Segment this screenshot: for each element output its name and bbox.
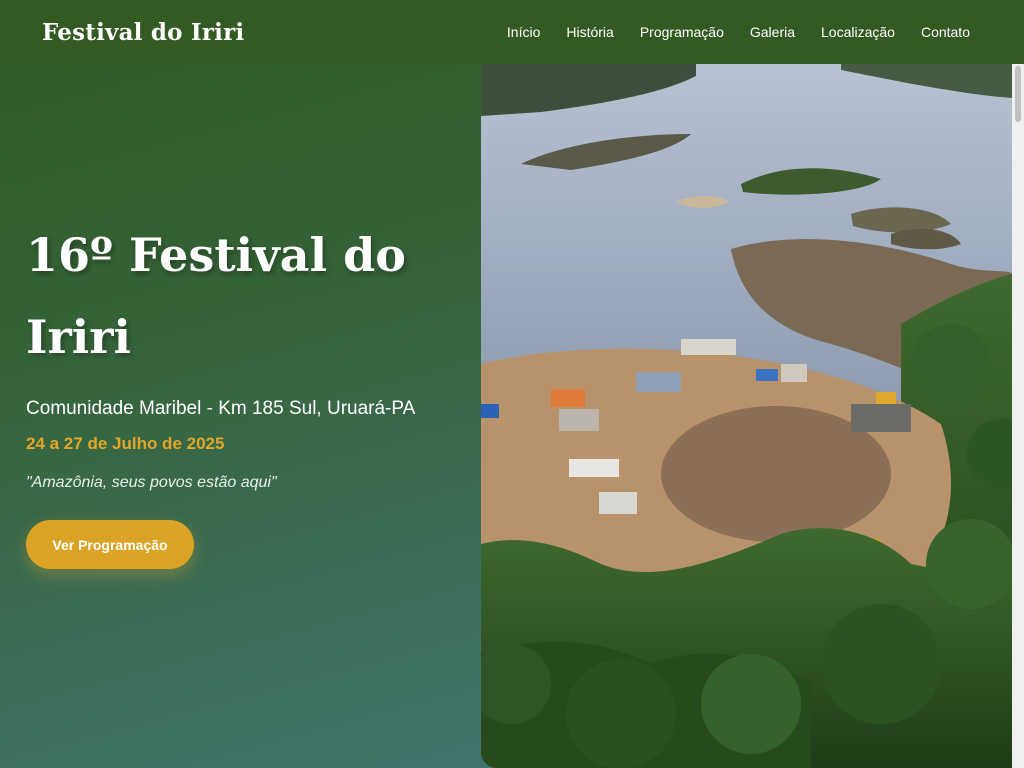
hero-quote: "Amazônia, seus povos estão aqui"	[26, 474, 277, 491]
hero-dates: 24 a 27 de Julho de 2025	[26, 434, 225, 453]
nav-links: Início História Programação Galeria Loca…	[507, 24, 970, 40]
hero-title: 16º Festival do Iriri	[26, 228, 406, 364]
nav-link-inicio[interactable]: Início	[507, 24, 540, 40]
nav-link-historia[interactable]: História	[566, 24, 613, 40]
nav-link-localizacao[interactable]: Localização	[821, 24, 895, 40]
aerial-river-village-image	[481, 64, 1012, 768]
nav-link-contato[interactable]: Contato	[921, 24, 970, 40]
top-navbar: Festival do Iriri Início História Progra…	[0, 0, 1024, 64]
brand-logo[interactable]: Festival do Iriri	[42, 19, 244, 46]
hero-section: 16º Festival do Iriri Comunidade Maribel…	[0, 64, 1024, 768]
page-scrollbar[interactable]	[1012, 64, 1024, 768]
hero-location: Comunidade Maribel - Km 185 Sul, Uruará-…	[26, 398, 416, 419]
nav-link-galeria[interactable]: Galeria	[750, 24, 795, 40]
hero-text-block: 16º Festival do Iriri Comunidade Maribel…	[26, 214, 466, 569]
scrollbar-thumb[interactable]	[1015, 66, 1021, 122]
nav-link-programacao[interactable]: Programação	[640, 24, 724, 40]
hero-aerial-photo	[481, 64, 1012, 768]
ver-programacao-button[interactable]: Ver Programação	[26, 520, 194, 569]
